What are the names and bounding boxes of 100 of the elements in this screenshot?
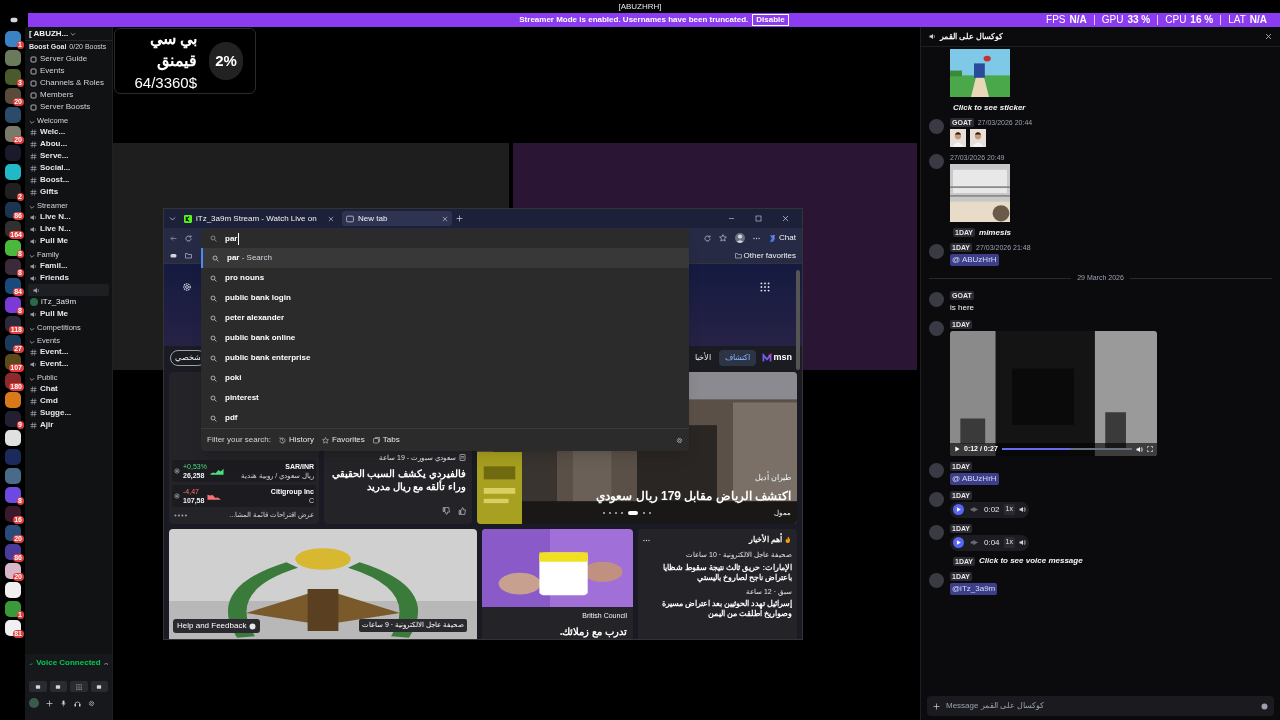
channel-name[interactable]: Live N... bbox=[40, 223, 71, 235]
sidebar-link[interactable]: Server Boosts bbox=[40, 101, 91, 113]
server-icon[interactable] bbox=[4, 620, 21, 636]
sync-icon[interactable] bbox=[704, 234, 712, 242]
browser-tab[interactable]: New tab bbox=[342, 211, 452, 226]
close-icon[interactable] bbox=[1265, 33, 1272, 40]
refresh-icon[interactable] bbox=[185, 234, 192, 242]
server-icon[interactable] bbox=[4, 126, 21, 142]
channel-name[interactable]: Chat bbox=[40, 383, 58, 395]
server-icon[interactable] bbox=[4, 31, 21, 47]
page-dots-icon[interactable] bbox=[174, 514, 188, 517]
chevron-icon[interactable] bbox=[169, 215, 176, 222]
server-icon[interactable] bbox=[4, 259, 21, 275]
sidebar-link[interactable]: Events bbox=[40, 65, 65, 77]
channel-name[interactable]: Social... bbox=[40, 162, 71, 174]
channel-name[interactable]: Gifts bbox=[40, 186, 59, 198]
channel-name[interactable]: Event... bbox=[40, 358, 69, 370]
fullscreen-icon[interactable] bbox=[1147, 446, 1153, 452]
channel-name[interactable]: Welc... bbox=[40, 126, 66, 138]
thumbs-up-icon[interactable] bbox=[458, 507, 466, 515]
folder-icon[interactable] bbox=[185, 252, 192, 259]
apps-icon[interactable] bbox=[760, 282, 770, 292]
channel-name[interactable]: Abou... bbox=[40, 138, 68, 150]
play-icon[interactable] bbox=[953, 537, 964, 548]
chevron-icon[interactable] bbox=[29, 204, 35, 210]
profile-icon[interactable] bbox=[735, 233, 746, 243]
other-favorites-button[interactable]: Other favorites bbox=[734, 249, 796, 262]
user-mention[interactable]: @iTz_3a9m bbox=[950, 582, 998, 595]
back-icon[interactable] bbox=[170, 234, 177, 242]
user-mention[interactable]: @ ABUzHrH bbox=[950, 254, 999, 266]
filter-option[interactable]: History bbox=[279, 434, 314, 446]
server-icon[interactable] bbox=[4, 164, 21, 180]
server-icon[interactable] bbox=[4, 202, 21, 218]
suggestion-item[interactable]: public bank online bbox=[201, 328, 689, 348]
chat-button[interactable]: Chat bbox=[768, 232, 796, 244]
play-icon[interactable] bbox=[954, 446, 960, 452]
volume-icon[interactable] bbox=[1019, 506, 1026, 513]
close-icon[interactable] bbox=[782, 215, 789, 222]
server-icon[interactable] bbox=[4, 335, 21, 351]
sidebar-link[interactable]: Channels & Roles bbox=[40, 77, 105, 89]
article-title[interactable]: فالفيردي يكشف السبب الحقيقي وراء تألقه مع ريال مدريد bbox=[330, 467, 466, 493]
settings-icon[interactable] bbox=[88, 699, 95, 707]
close-icon[interactable] bbox=[328, 215, 334, 222]
sidebar-link[interactable]: Server Guide bbox=[40, 53, 88, 65]
volume-icon[interactable] bbox=[1136, 445, 1143, 453]
close-icon[interactable] bbox=[442, 215, 448, 222]
filter-option[interactable]: Favorites bbox=[321, 434, 365, 446]
server-icon[interactable] bbox=[4, 506, 21, 522]
server-icon[interactable] bbox=[4, 240, 21, 256]
chevron-icon[interactable] bbox=[29, 376, 35, 382]
browser-tab[interactable]: iTz_3a9m Stream - Watch Live on bbox=[180, 211, 338, 226]
server-icon[interactable] bbox=[4, 392, 21, 408]
channel-name[interactable]: Sugge... bbox=[40, 407, 72, 419]
nav-tab[interactable]: اكتشاف bbox=[719, 350, 757, 366]
user-mention[interactable]: @ ABUzHrH bbox=[950, 472, 999, 485]
suggestion-item[interactable]: peter alexander bbox=[201, 308, 689, 328]
chevron-icon[interactable] bbox=[70, 30, 77, 37]
scrollbar-thumb[interactable] bbox=[796, 270, 800, 370]
server-name[interactable]: [ ABUZH... bbox=[29, 27, 69, 40]
suggestion-item[interactable]: par - Search bbox=[201, 248, 689, 268]
server-icon[interactable] bbox=[4, 582, 21, 598]
channel-name[interactable]: Friends bbox=[40, 272, 69, 284]
channel-name[interactable]: Live N... bbox=[40, 211, 71, 223]
filter-option[interactable]: Tabs bbox=[372, 434, 400, 446]
server-icon[interactable] bbox=[4, 316, 21, 332]
server-icon[interactable] bbox=[4, 297, 21, 313]
chevron-icon[interactable] bbox=[29, 253, 35, 259]
radio-icon[interactable] bbox=[174, 493, 180, 499]
channel-name[interactable]: Pull Me bbox=[40, 235, 68, 247]
chevron-icon[interactable] bbox=[29, 119, 35, 125]
server-icon[interactable] bbox=[4, 525, 21, 541]
server-icon[interactable] bbox=[4, 373, 21, 389]
nav-tab[interactable]: الأخبا bbox=[689, 350, 718, 366]
server-icon[interactable] bbox=[4, 563, 21, 579]
help-feedback-button[interactable]: Help and Feedback bbox=[173, 619, 261, 633]
server-icon[interactable] bbox=[4, 183, 21, 199]
server-icon[interactable] bbox=[4, 601, 21, 617]
channel-name[interactable]: Event... bbox=[40, 346, 69, 358]
channel-name[interactable]: Famil... bbox=[40, 260, 68, 272]
headset-icon[interactable] bbox=[74, 699, 81, 707]
server-icon[interactable] bbox=[4, 221, 21, 237]
channel-name[interactable]: Cmd bbox=[40, 395, 58, 407]
radio-icon[interactable] bbox=[174, 468, 180, 474]
address-field[interactable]: par bbox=[201, 229, 689, 248]
channel-name[interactable]: Serve... bbox=[40, 150, 69, 162]
channel-name[interactable]: Pull Me bbox=[40, 308, 68, 320]
server-icon[interactable] bbox=[4, 354, 21, 370]
server-icon[interactable] bbox=[4, 69, 21, 85]
voice-user-name[interactable]: iTz_3a9m bbox=[41, 296, 77, 308]
server-icon[interactable] bbox=[4, 88, 21, 104]
settings-icon[interactable] bbox=[182, 282, 192, 292]
server-icon[interactable] bbox=[4, 411, 21, 427]
channel-name[interactable]: Ajir bbox=[40, 419, 54, 431]
chevron-icon[interactable] bbox=[29, 326, 35, 332]
server-icon[interactable] bbox=[4, 278, 21, 294]
minimize-icon[interactable] bbox=[728, 215, 735, 222]
sidebar-link[interactable]: Members bbox=[40, 89, 74, 101]
new-tab-icon[interactable] bbox=[456, 215, 463, 222]
message-input[interactable]: Message كوكسال على القمر bbox=[927, 696, 1274, 716]
maximize-icon[interactable] bbox=[755, 215, 762, 222]
